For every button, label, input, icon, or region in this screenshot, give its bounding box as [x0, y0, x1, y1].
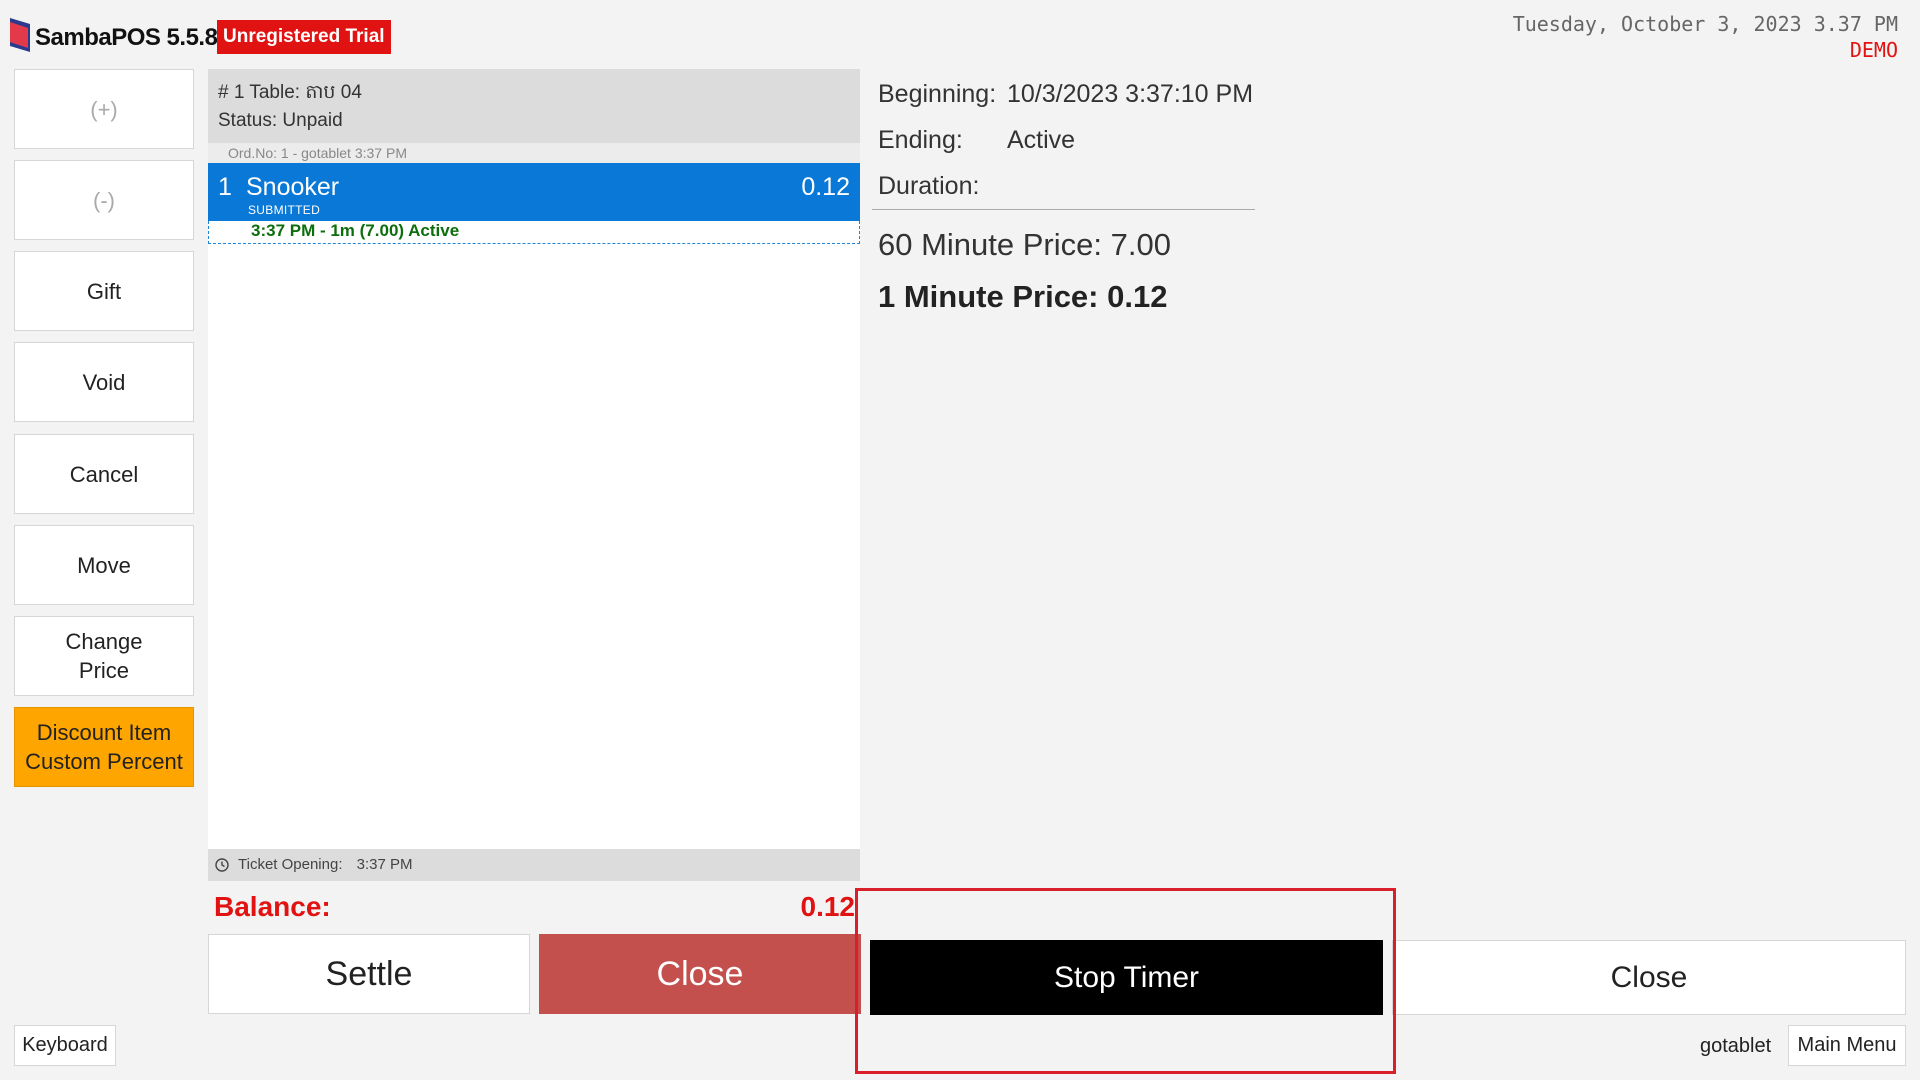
- order-line-snooker[interactable]: 1 Snooker SUBMITTED 0.12: [208, 163, 860, 221]
- ending-value: Active: [1007, 126, 1076, 154]
- order-name: Snooker: [246, 173, 340, 201]
- main-menu-button[interactable]: Main Menu: [1788, 1025, 1906, 1066]
- close-button[interactable]: Close: [1392, 940, 1906, 1015]
- ticket-status-label: Status: Unpaid: [218, 110, 343, 131]
- beginning-label: Beginning:: [878, 80, 997, 108]
- balance-label: Balance:: [214, 891, 331, 922]
- order-state-badge: SUBMITTED: [248, 203, 321, 217]
- settle-button[interactable]: Settle: [208, 934, 530, 1014]
- ticket-footer: Ticket Opening: 3:37 PM: [208, 849, 860, 881]
- move-button[interactable]: Move: [14, 525, 194, 605]
- divider: [872, 209, 1255, 210]
- price-60-minute: 60 Minute Price: 7.00: [878, 227, 1171, 262]
- increase-qty-button[interactable]: (+): [14, 69, 194, 149]
- clock-icon: [215, 858, 229, 872]
- gift-button[interactable]: Gift: [14, 251, 194, 331]
- order-info: Ord.No: 1 - gotablet 3:37 PM: [208, 143, 860, 163]
- demo-label: DEMO: [1849, 38, 1898, 62]
- decrease-qty-button[interactable]: (-): [14, 160, 194, 240]
- ending-label: Ending:: [878, 126, 963, 154]
- duration-label: Duration:: [878, 172, 980, 200]
- app-title: SambaPOS 5.5.8: [35, 24, 218, 51]
- current-user-label: gotablet: [1700, 1035, 1772, 1057]
- datetime-display: Tuesday, October 3, 2023 3.37 PM: [1512, 12, 1898, 36]
- cancel-button[interactable]: Cancel: [14, 434, 194, 514]
- change-price-button[interactable]: Change Price: [14, 616, 194, 696]
- beginning-value: 10/3/2023 3:37:10 PM: [1007, 80, 1254, 108]
- ticket-opening-time: 3:37 PM: [356, 856, 413, 873]
- sambapos-logo-icon: [10, 18, 30, 52]
- price-1-minute: 1 Minute Price: 0.12: [878, 279, 1168, 314]
- trial-badge: Unregistered Trial: [217, 20, 391, 54]
- ticket-header: # 1 Table: តាប 04 Status: Unpaid: [208, 69, 860, 143]
- discount-item-custom-percent-button[interactable]: Discount Item Custom Percent: [14, 707, 194, 787]
- keyboard-button[interactable]: Keyboard: [14, 1025, 116, 1066]
- stop-timer-button[interactable]: Stop Timer: [870, 940, 1383, 1015]
- void-button[interactable]: Void: [14, 342, 194, 422]
- close-ticket-button[interactable]: Close: [539, 934, 861, 1014]
- ticket-table-label: # 1 Table: តាប 04: [218, 82, 362, 103]
- order-price: 0.12: [801, 173, 850, 201]
- ticket-panel: # 1 Table: តាប 04 Status: Unpaid Ord.No:…: [208, 69, 860, 881]
- ticket-opening-label: Ticket Opening:: [238, 856, 343, 873]
- balance-value: 0.12: [800, 891, 856, 922]
- order-timer-status[interactable]: 3:37 PM - 1m (7.00) Active: [208, 221, 860, 244]
- order-quantity: 1: [218, 173, 232, 201]
